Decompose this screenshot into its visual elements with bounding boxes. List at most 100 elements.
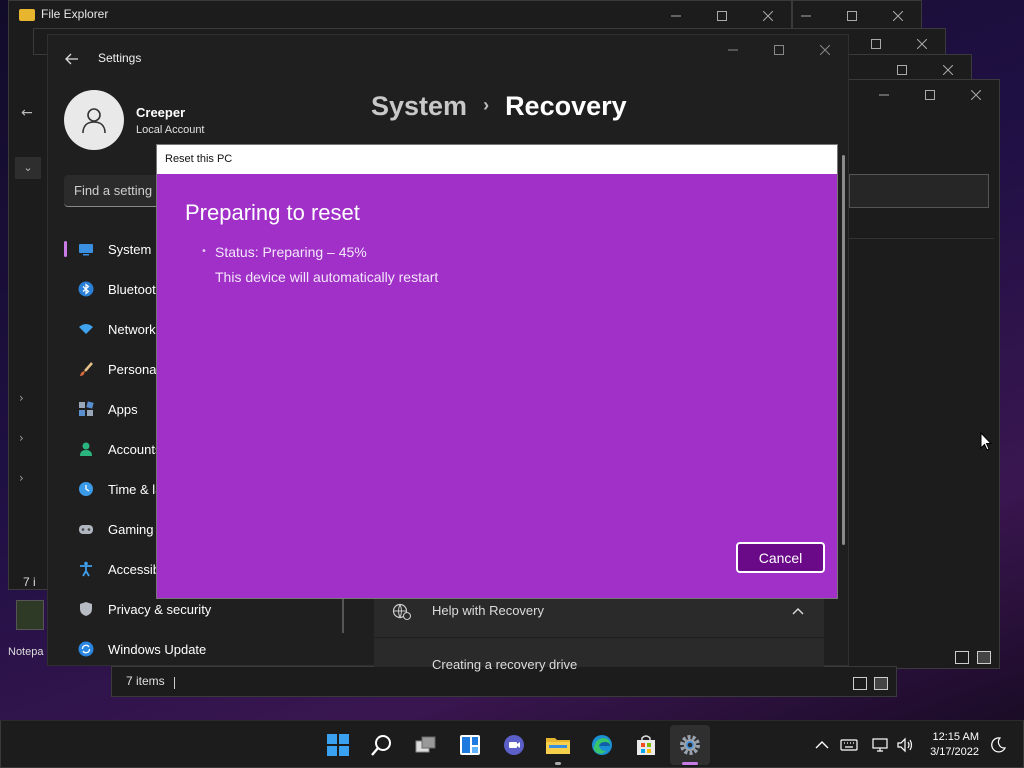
user-name: Creeper [136,105,186,120]
divider [849,238,994,239]
widgets-icon[interactable] [458,733,482,757]
maximize-button[interactable] [756,35,802,65]
dialog-scrollbar[interactable] [842,155,845,545]
notepad-icon [16,600,44,630]
help-globe-icon [392,603,412,621]
chevron-right-icon[interactable]: › [19,471,24,485]
chevron-right-icon[interactable]: › [19,391,24,405]
dialog-title: Reset this PC [157,145,837,174]
person-icon [80,442,92,456]
settings-title: Settings [98,51,142,65]
avatar[interactable] [64,90,124,150]
file-explorer-window-5[interactable] [848,79,1000,669]
window-controls [853,29,945,56]
file-explorer-title: File Explorer [41,7,109,21]
chevron-down-icon[interactable]: ⌄ [15,157,41,179]
task-view-icon[interactable] [414,733,438,757]
window-controls [861,80,999,110]
windows-start-icon[interactable] [326,733,350,757]
running-indicator [555,762,561,765]
edge-icon[interactable] [590,733,614,757]
clock-time: 12:15 AM [932,731,979,743]
clock-date: 3/17/2022 [930,746,979,758]
close-button[interactable] [875,1,921,31]
tiles-view-icon[interactable] [874,677,888,690]
sidebar-item-label: Apps [108,401,138,417]
running-indicator [682,762,698,765]
details-view-icon[interactable] [955,651,969,664]
sidebar-item-label: System [108,241,152,257]
clock-globe-icon [79,482,93,496]
minimize-button[interactable] [783,1,829,31]
sidebar-item-label: Accounts [108,441,162,457]
back-arrow-icon[interactable]: ← [21,105,33,121]
system-clock[interactable]: 12:15 AM 3/17/2022 [930,730,979,760]
reset-pc-dialog[interactable]: Reset this PC Preparing to reset • Statu… [156,144,838,599]
volume-icon[interactable] [896,736,914,754]
minimize-button[interactable] [861,80,907,110]
breadcrumb: System › Recovery [371,91,627,122]
close-button[interactable] [802,35,848,65]
sidebar-item-label: Gaming [108,521,154,537]
window-controls [879,55,971,81]
details-view-icon[interactable] [853,677,867,690]
keyboard-icon[interactable] [840,736,858,754]
file-explorer-window-4[interactable] [848,54,972,80]
network-icon[interactable] [871,736,889,754]
desktop-icon-notepad[interactable]: Notepa [6,600,50,662]
person-icon [82,108,106,134]
chevron-up-icon[interactable] [792,607,804,615]
notepad-label: Notepa [8,646,44,658]
search-box[interactable] [849,174,989,208]
status-items-count: 7 items [126,674,165,688]
brush-icon [80,362,93,376]
wifi-icon [79,324,93,334]
page-title: Recovery [505,91,627,121]
close-button[interactable] [953,80,999,110]
maximize-button[interactable] [699,1,745,31]
help-link-recovery-drive[interactable]: Creating a recovery drive [432,657,577,672]
file-explorer-icon[interactable] [546,733,570,757]
teams-chat-icon[interactable] [502,733,526,757]
shield-icon [80,602,92,616]
mouse-cursor-icon [980,432,992,451]
window-controls [653,1,791,31]
monitor-icon [79,244,93,256]
chevron-right-icon: › [483,95,490,115]
nav-scrollbar[interactable] [342,597,344,633]
sidebar-item-windows-update[interactable]: Windows Update [64,629,264,669]
sidebar-item-label: Windows Update [108,641,207,657]
maximize-button[interactable] [829,1,875,31]
help-with-recovery-section[interactable]: Help with Recovery Creating a recovery d… [374,587,824,672]
moon-icon[interactable] [989,736,1007,754]
bluetooth-icon [78,281,94,297]
window-controls [710,35,848,65]
status-separator [174,677,175,689]
tiles-view-icon[interactable] [977,651,991,664]
status-items-count: 7 i [23,575,36,589]
minimize-button[interactable] [710,35,756,65]
settings-nav-lower: Privacy & security Windows Update [64,589,264,669]
update-icon [78,641,94,657]
settings-icon[interactable] [678,733,702,757]
bullet-icon: • [201,246,207,257]
chevron-up-icon[interactable] [813,736,831,754]
minimize-button[interactable] [653,1,699,31]
restart-note: This device will automatically restart [215,269,439,285]
dialog-heading: Preparing to reset [185,200,360,225]
file-explorer-window-2[interactable] [792,0,922,30]
cancel-button[interactable]: Cancel [736,542,825,573]
folder-icon [19,9,35,21]
apps-icon [79,401,94,416]
store-icon[interactable] [634,733,658,757]
accessibility-icon [80,561,92,577]
chevron-right-icon[interactable]: › [19,431,24,445]
divider [374,637,824,638]
window-controls [783,1,921,31]
maximize-button[interactable] [907,80,953,110]
back-arrow-icon[interactable] [64,51,80,67]
help-with-recovery-label: Help with Recovery [432,603,544,618]
gamepad-icon [79,525,93,534]
breadcrumb-parent[interactable]: System [371,91,467,121]
search-icon[interactable] [370,733,394,757]
